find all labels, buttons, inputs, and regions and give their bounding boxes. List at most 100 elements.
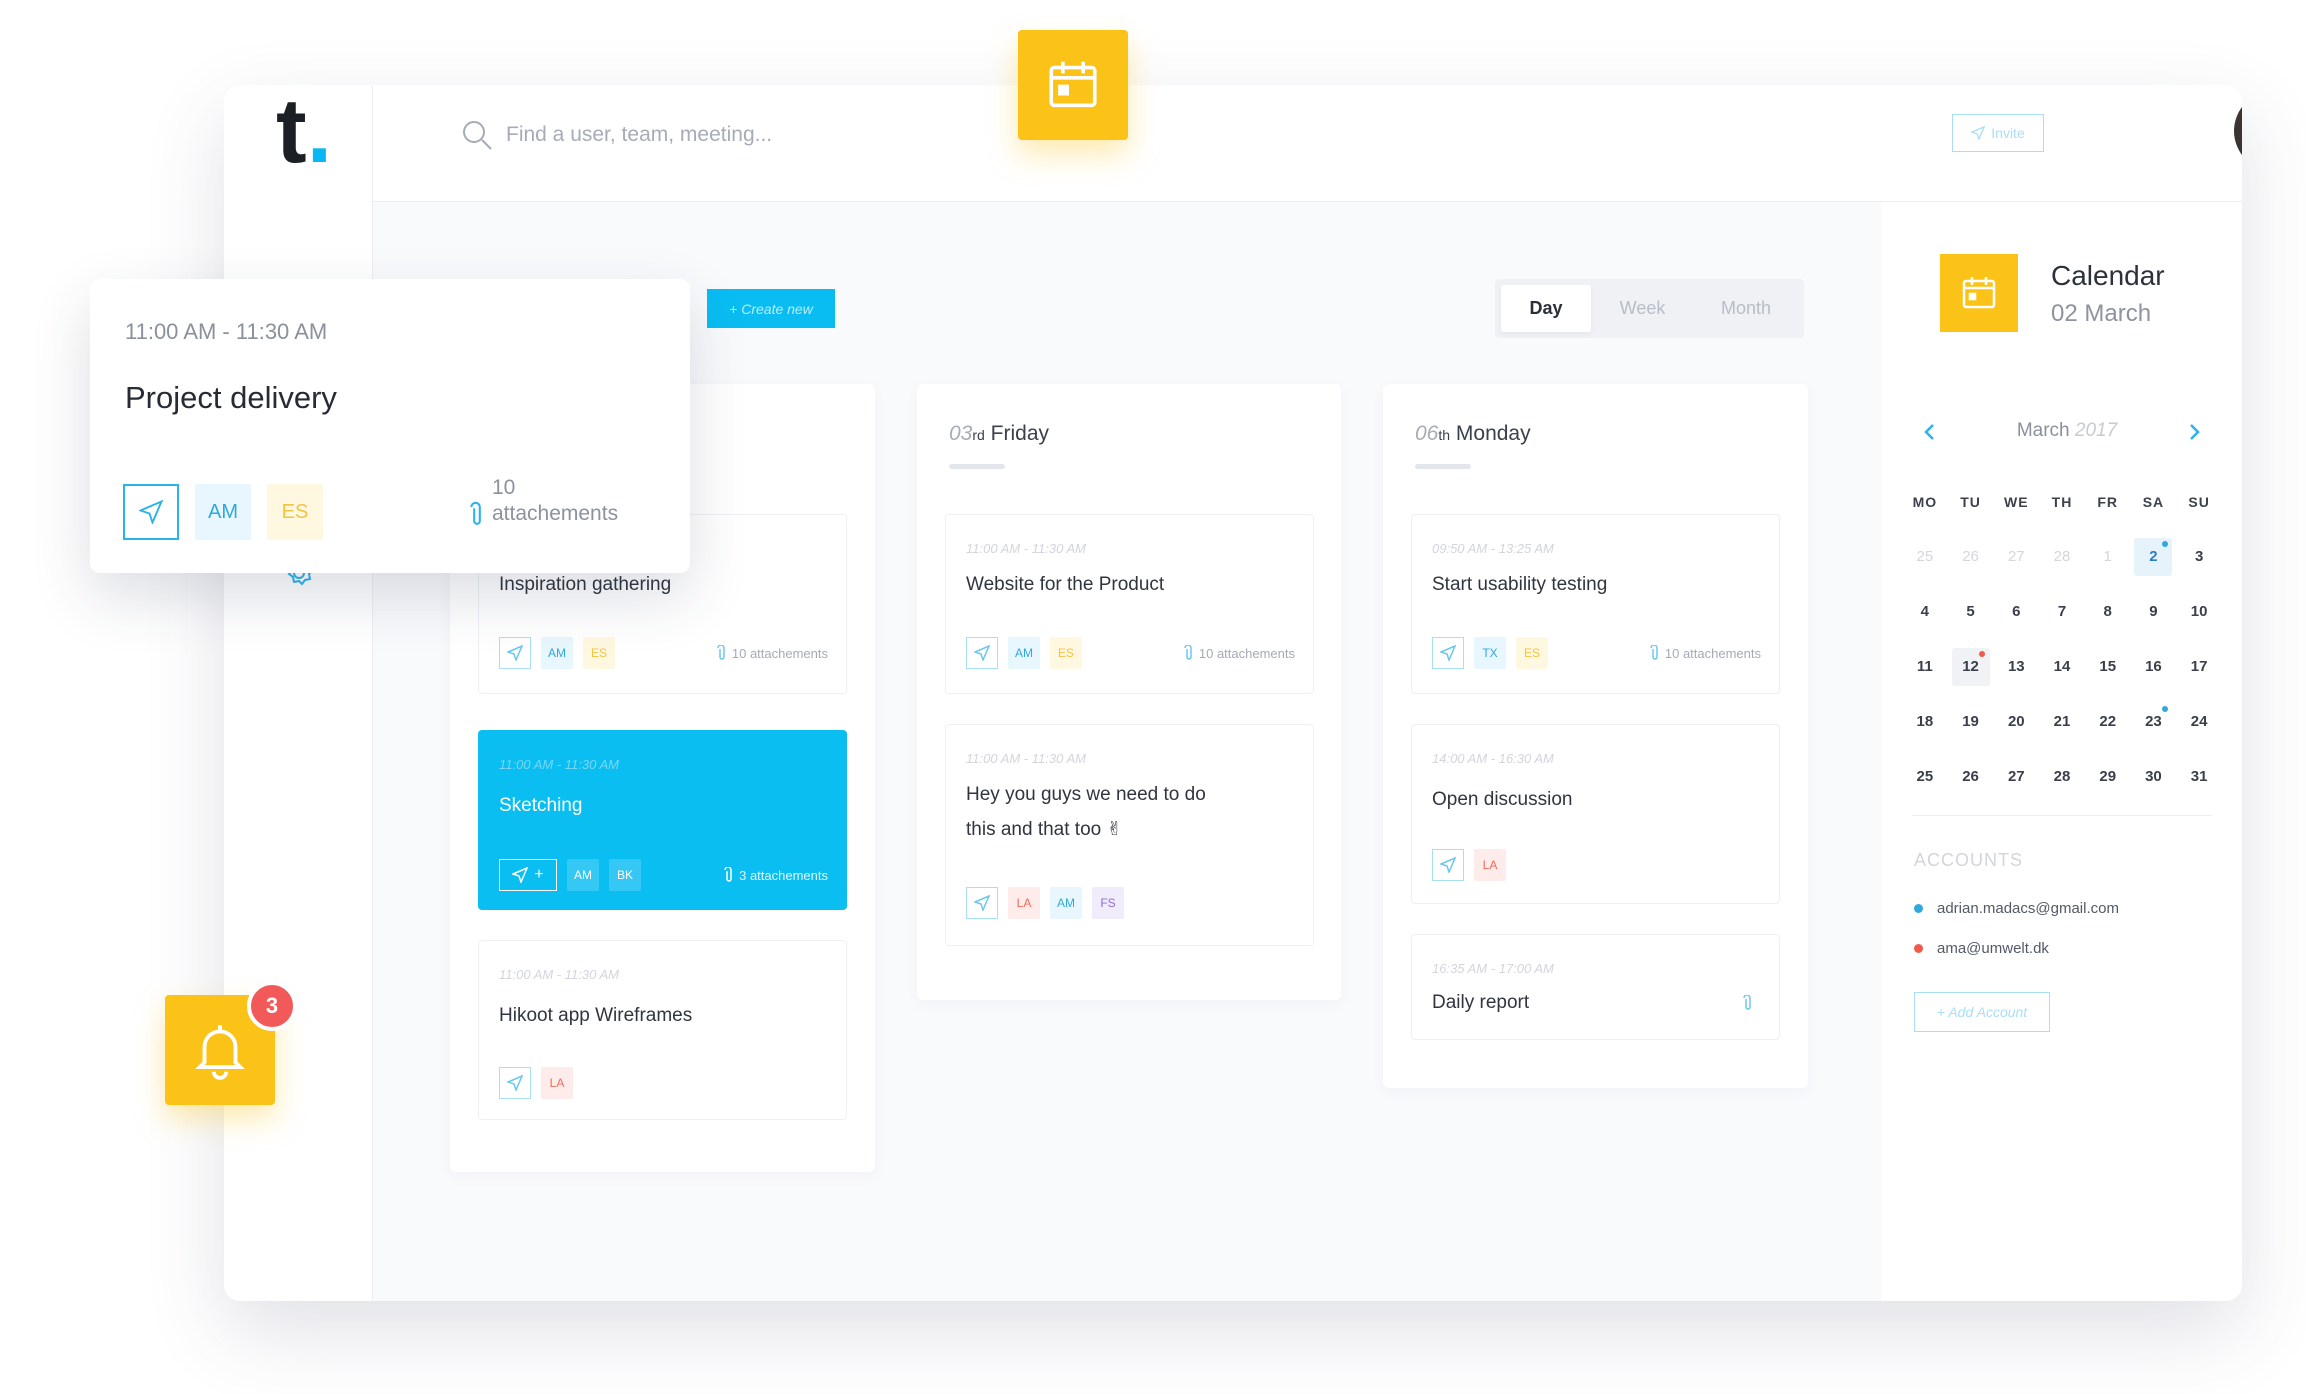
calendar-day[interactable]: 11 xyxy=(1902,639,1948,694)
calendar-day[interactable]: 3 xyxy=(2176,529,2222,584)
calendar-day-number: 27 xyxy=(2007,768,2025,785)
event-card[interactable]: 11:00 AM - 11:30 AM Website for the Prod… xyxy=(945,514,1314,694)
send-icon xyxy=(507,645,523,661)
calendar-day[interactable]: 17 xyxy=(2176,639,2222,694)
event-time: 14:00 AM - 16:30 AM xyxy=(1432,751,1554,766)
attachments[interactable]: 10 attachements xyxy=(1650,645,1761,661)
day-column: 06th Monday 09:50 AM - 13:25 AM Start us… xyxy=(1383,384,1808,1088)
send-button[interactable] xyxy=(123,484,179,540)
calendar-day[interactable]: 21 xyxy=(2039,694,2085,749)
paperclip-icon xyxy=(1650,645,1658,660)
send-button[interactable] xyxy=(1432,849,1464,881)
send-button[interactable] xyxy=(499,637,531,669)
calendar-day[interactable]: 4 xyxy=(1902,584,1948,639)
account-item[interactable]: adrian.madacs@gmail.com xyxy=(1914,900,2119,917)
tab-day[interactable]: Day xyxy=(1501,285,1591,332)
calendar-day[interactable]: 31 xyxy=(2176,749,2222,804)
calendar-day[interactable]: 8 xyxy=(2085,584,2131,639)
person-chip[interactable]: TX xyxy=(1474,637,1506,669)
calendar-day[interactable]: 26 xyxy=(1948,529,1994,584)
event-indicator-dot xyxy=(2161,706,2168,712)
tab-week[interactable]: Week xyxy=(1595,285,1690,332)
tab-month[interactable]: Month xyxy=(1695,285,1797,332)
person-chip[interactable]: ES xyxy=(583,637,615,669)
calendar-day[interactable]: 22 xyxy=(2085,694,2131,749)
calendar-day[interactable]: 7 xyxy=(2039,584,2085,639)
calendar-day[interactable]: 5 xyxy=(1948,584,1994,639)
person-chip[interactable]: LA xyxy=(541,1067,573,1099)
calendar-day[interactable]: 25 xyxy=(1902,529,1948,584)
calendar-day-number: 9 xyxy=(2149,603,2158,620)
person-chip[interactable]: AM xyxy=(195,484,251,540)
day-column: 03rd Friday 11:00 AM - 11:30 AM Website … xyxy=(917,384,1341,1000)
person-chip[interactable]: LA xyxy=(1474,849,1506,881)
person-chip[interactable]: ES xyxy=(267,484,323,540)
calendar-day[interactable]: 23 xyxy=(2131,694,2177,749)
calendar-day[interactable]: 19 xyxy=(1948,694,1994,749)
attachments[interactable]: 3 attachements xyxy=(724,867,828,883)
person-chip[interactable]: LA xyxy=(1008,887,1040,919)
calendar-day-number: 26 xyxy=(1962,548,1979,565)
calendar-day[interactable]: 10 xyxy=(2176,584,2222,639)
calendar-day[interactable]: 27 xyxy=(1993,749,2039,804)
person-chip[interactable]: AM xyxy=(1008,637,1040,669)
calendar-day[interactable]: 12 xyxy=(1948,639,1994,694)
calendar-day[interactable]: 26 xyxy=(1948,749,1994,804)
calendar-day[interactable]: 25 xyxy=(1902,749,1948,804)
calendar-day[interactable]: 14 xyxy=(2039,639,2085,694)
attachments[interactable]: 10 attachements xyxy=(470,475,618,527)
bell-icon xyxy=(195,1025,245,1080)
person-chip[interactable]: ES xyxy=(1516,637,1548,669)
send-button[interactable] xyxy=(966,637,998,669)
calendar-day[interactable]: 24 xyxy=(2176,694,2222,749)
event-card-active[interactable]: 11:00 AM - 11:30 AM Sketching + AM BK 3 … xyxy=(478,730,847,910)
calendar-day[interactable]: 20 xyxy=(1993,694,2039,749)
popup-time: 11:00 AM - 11:30 AM xyxy=(125,319,328,344)
account-item[interactable]: ama@umwelt.dk xyxy=(1914,940,2049,957)
person-chip[interactable]: AM xyxy=(541,637,573,669)
chevron-left-icon[interactable] xyxy=(1918,420,1942,444)
create-new-button[interactable]: + Create new xyxy=(707,289,835,328)
calendar-day[interactable]: 2 xyxy=(2131,529,2177,584)
calendar-day[interactable]: 27 xyxy=(1993,529,2039,584)
person-chip[interactable]: FS xyxy=(1092,887,1124,919)
calendar-day[interactable]: 29 xyxy=(2085,749,2131,804)
calendar-day[interactable]: 13 xyxy=(1993,639,2039,694)
calendar-day[interactable]: 1 xyxy=(2085,529,2131,584)
send-button[interactable] xyxy=(966,887,998,919)
send-button[interactable]: + xyxy=(499,859,557,891)
paperclip-icon[interactable] xyxy=(1743,995,1753,1011)
event-popup[interactable]: 11:00 AM - 11:30 AM Project delivery AM … xyxy=(90,279,690,573)
event-card[interactable]: 09:50 AM - 13:25 AM Start usability test… xyxy=(1411,514,1780,694)
person-chip[interactable]: BK xyxy=(609,859,641,891)
send-button[interactable] xyxy=(499,1067,531,1099)
calendar-day[interactable]: 18 xyxy=(1902,694,1948,749)
send-button[interactable] xyxy=(1432,637,1464,669)
invite-button[interactable]: Invite xyxy=(1952,114,2044,152)
logo[interactable]: t. xyxy=(276,85,332,177)
person-chip[interactable]: AM xyxy=(1050,887,1082,919)
add-account-button[interactable]: + Add Account xyxy=(1914,992,2050,1032)
calendar-day-number: 25 xyxy=(1916,548,1934,565)
event-card[interactable]: 11:00 AM - 11:30 AM Hikoot app Wireframe… xyxy=(478,940,847,1120)
calendar-day[interactable]: 28 xyxy=(2039,529,2085,584)
event-card[interactable]: 11:00 AM - 11:30 AM Hey you guys we need… xyxy=(945,724,1314,946)
person-chip[interactable]: ES xyxy=(1050,637,1082,669)
event-card[interactable]: 14:00 AM - 16:30 AM Open discussion LA xyxy=(1411,724,1780,904)
calendar-day[interactable]: 30 xyxy=(2131,749,2177,804)
calendar-day[interactable]: 28 xyxy=(2039,749,2085,804)
event-card[interactable]: 16:35 AM - 17:00 AM Daily report xyxy=(1411,934,1780,1040)
calendar-day[interactable]: 16 xyxy=(2131,639,2177,694)
avatar[interactable] xyxy=(2234,91,2242,171)
attachments[interactable]: 10 attachements xyxy=(1184,645,1295,661)
search-input[interactable] xyxy=(506,113,986,157)
calendar-day[interactable]: 15 xyxy=(2085,639,2131,694)
attachments[interactable]: 10 attachements xyxy=(717,645,828,661)
paperclip-icon xyxy=(724,867,732,882)
chevron-right-icon[interactable] xyxy=(2182,420,2206,444)
calendar-day[interactable]: 6 xyxy=(1993,584,2039,639)
send-icon xyxy=(507,1075,523,1091)
calendar-day[interactable]: 9 xyxy=(2131,584,2177,639)
person-chip[interactable]: AM xyxy=(567,859,599,891)
calendar-float-tile[interactable] xyxy=(1018,30,1128,140)
